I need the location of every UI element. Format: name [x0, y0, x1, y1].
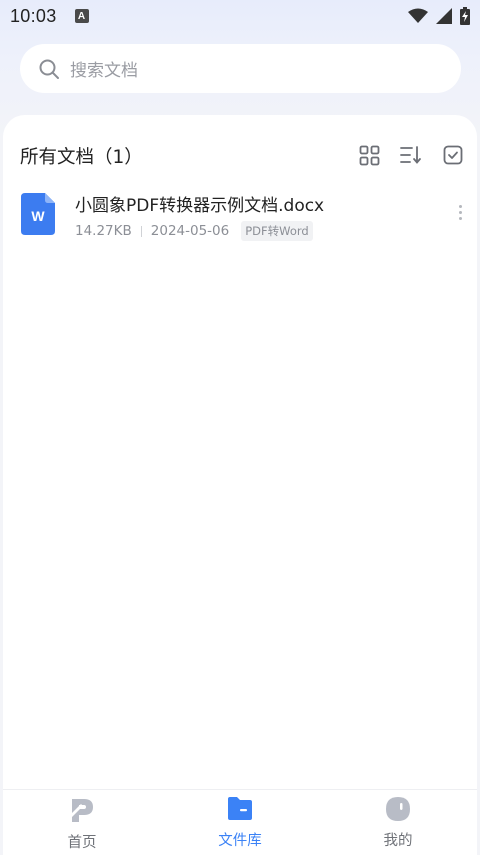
search-input[interactable]: 搜索文档 [70, 56, 138, 81]
notification-a-icon: A [74, 9, 89, 23]
wifi-icon [408, 8, 428, 23]
document-library-panel: 所有文档（1） W 小圆象PDF转换器示例文档.docx 14.27KB 202… [3, 115, 477, 789]
battery-icon [460, 7, 470, 25]
file-list-item[interactable]: W 小圆象PDF转换器示例文档.docx 14.27KB 2024-05-06 … [3, 189, 477, 245]
profile-icon [386, 797, 410, 821]
meta-divider [140, 225, 142, 237]
file-meta: 14.27KB 2024-05-06 PDF转Word [75, 221, 313, 241]
grid-view-icon[interactable] [358, 144, 380, 166]
library-title: 所有文档（1） [20, 147, 143, 168]
conversion-tag: PDF转Word [241, 221, 313, 241]
sort-icon[interactable] [400, 144, 422, 166]
nav-label-library: 文件库 [218, 833, 262, 849]
status-bar: 10:03 A [0, 0, 480, 32]
nav-item-home[interactable]: 首页 [3, 790, 161, 855]
bottom-nav: 首页 文件库 我的 [3, 789, 477, 855]
select-icon[interactable] [442, 144, 464, 166]
library-toolbar [358, 144, 464, 166]
search-bar[interactable]: 搜索文档 [20, 44, 461, 93]
signal-icon [436, 8, 452, 24]
file-name: 小圆象PDF转换器示例文档.docx [75, 196, 325, 216]
folder-icon [228, 797, 252, 820]
search-icon [39, 59, 59, 79]
home-logo-icon [69, 799, 93, 822]
status-icons [408, 7, 470, 25]
nav-item-library[interactable]: 文件库 [161, 790, 319, 855]
more-options-icon[interactable] [459, 205, 462, 220]
file-date: 2024-05-06 [150, 223, 230, 239]
nav-label-home: 首页 [67, 835, 97, 851]
word-doc-icon: W [21, 193, 55, 239]
file-size: 14.27KB [75, 223, 132, 239]
word-doc-icon-letter: W [31, 208, 45, 224]
nav-label-profile: 我的 [383, 833, 413, 849]
status-time: 10:03 [10, 5, 57, 26]
nav-item-profile[interactable]: 我的 [319, 790, 477, 855]
